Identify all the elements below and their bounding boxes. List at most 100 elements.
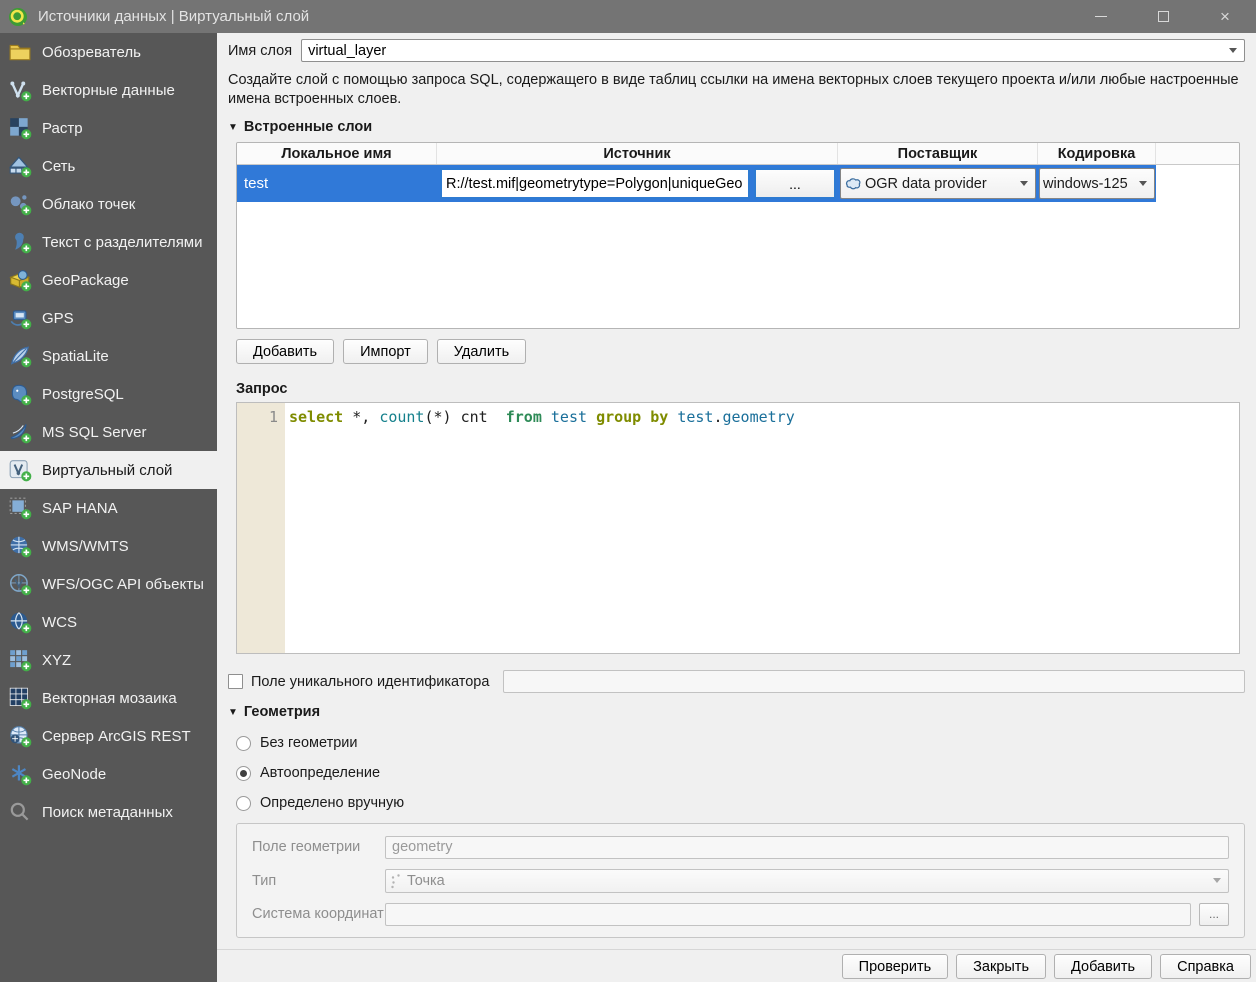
uid-checkbox[interactable]	[228, 674, 243, 689]
column-header-local-name[interactable]: Локальное имя	[237, 143, 437, 164]
sidebar-item-label: PostgreSQL	[42, 386, 124, 403]
radio-option-manually-defined[interactable]: Определено вручную	[236, 795, 1256, 811]
sidebar-item-label: SpatiaLite	[42, 348, 109, 365]
table-row[interactable]: test ... OGR data provider	[237, 165, 1239, 202]
sql-token: group	[596, 408, 641, 426]
collapse-triangle-icon: ▼	[228, 707, 238, 718]
sidebar-item-label: XYZ	[42, 652, 71, 669]
local-name-cell[interactable]: test	[237, 165, 437, 202]
test-query-button[interactable]: Проверить	[842, 954, 949, 979]
mesh-icon	[8, 154, 32, 178]
sidebar-item-sap-hana[interactable]: SAP HANA	[0, 489, 217, 527]
column-header-encoding[interactable]: Кодировка	[1038, 143, 1156, 164]
wcs-icon	[8, 610, 32, 634]
close-dialog-button[interactable]: Закрыть	[956, 954, 1046, 979]
sidebar-item-spatialite[interactable]: SpatiaLite	[0, 337, 217, 375]
remove-layer-button[interactable]: Удалить	[437, 339, 526, 364]
source-browse-button[interactable]: ...	[754, 168, 836, 199]
radio-autodetect[interactable]	[236, 766, 251, 781]
close-icon: ×	[1220, 8, 1230, 25]
sidebar-item-wfs[interactable]: WFS/OGC API объекты	[0, 565, 217, 603]
column-header-provider[interactable]: Поставщик	[838, 143, 1038, 164]
source-input[interactable]	[440, 168, 750, 199]
radio-label: Автоопределение	[260, 765, 380, 781]
radio-no-geometry[interactable]	[236, 736, 251, 751]
sidebar-item-arcgis-rest[interactable]: Сервер ArcGIS REST	[0, 717, 217, 755]
sql-token	[668, 408, 677, 426]
sql-token	[641, 408, 650, 426]
layer-name-combobox[interactable]	[301, 39, 1245, 62]
radio-option-autodetect[interactable]: Автоопределение	[236, 765, 1256, 781]
embedded-layers-section-header[interactable]: ▼ Встроенные слои	[228, 119, 1256, 135]
column-header-source[interactable]: Источник	[437, 143, 838, 164]
sql-editor[interactable]: 1 select *, count(*) cnt from test group…	[236, 402, 1240, 654]
line-number: 1	[269, 408, 278, 426]
sql-token: cnt	[461, 408, 506, 426]
sidebar-item-label: WMS/WMTS	[42, 538, 129, 555]
sidebar-item-geonode[interactable]: GeoNode	[0, 755, 217, 793]
virtual-layer-panel: Имя слоя Создайте слой с помощью запроса…	[217, 33, 1256, 982]
radio-option-no-geometry[interactable]: Без геометрии	[236, 735, 1256, 751]
sidebar-item-xyz[interactable]: XYZ	[0, 641, 217, 679]
sidebar-item-delimited-text[interactable]: Текст с разделителями	[0, 223, 217, 261]
sidebar-item-mesh[interactable]: Сеть	[0, 147, 217, 185]
radio-manually-defined[interactable]	[236, 796, 251, 811]
geonode-icon	[8, 762, 32, 786]
postgresql-icon	[8, 382, 32, 406]
query-section-label: Запрос	[236, 381, 1256, 397]
crs-browse-button[interactable]: ...	[1199, 903, 1229, 926]
point-symbol-icon	[390, 873, 404, 889]
geometry-section-header[interactable]: ▼ Геометрия	[228, 704, 1256, 720]
sql-token: geometry	[723, 408, 795, 426]
wms-icon	[8, 534, 32, 558]
sql-code-line[interactable]: select *, count(*) cnt from test group b…	[285, 403, 795, 653]
sidebar-item-browser[interactable]: Обозреватель	[0, 33, 217, 71]
add-dialog-button[interactable]: Добавить	[1054, 954, 1152, 979]
sidebar-item-point-cloud[interactable]: Облако точек	[0, 185, 217, 223]
sidebar-item-label: Облако точек	[42, 196, 135, 213]
folder-icon	[8, 40, 32, 64]
add-layer-button[interactable]: Добавить	[236, 339, 334, 364]
sidebar-item-label: Виртуальный слой	[42, 462, 172, 479]
description-text: Создайте слой с помощью запроса SQL, сод…	[228, 71, 1243, 108]
sidebar-item-mssql[interactable]: MS SQL Server	[0, 413, 217, 451]
chevron-down-icon[interactable]	[1229, 48, 1237, 53]
minimize-button[interactable]	[1070, 0, 1132, 33]
close-button[interactable]: ×	[1194, 0, 1256, 33]
sidebar-item-virtual-layer[interactable]: Виртуальный слой	[0, 451, 217, 489]
maximize-button[interactable]	[1132, 0, 1194, 33]
sidebar-item-wcs[interactable]: WCS	[0, 603, 217, 641]
radio-label: Определено вручную	[260, 795, 404, 811]
window-controls: ×	[1070, 0, 1256, 33]
sql-token: count	[379, 408, 424, 426]
sidebar-item-vector[interactable]: Векторные данные	[0, 71, 217, 109]
provider-combobox[interactable]: OGR data provider	[840, 168, 1036, 199]
source-cell: ...	[437, 165, 838, 202]
import-layer-button[interactable]: Импорт	[343, 339, 428, 364]
virtual-layer-icon	[8, 458, 32, 482]
geometry-groupbox: Поле геометрии Тип Точка	[236, 823, 1245, 938]
sidebar-item-geopackage[interactable]: GeoPackage	[0, 261, 217, 299]
vector-icon	[8, 78, 32, 102]
layer-name-input[interactable]	[302, 40, 1222, 61]
crs-label: Система координат	[252, 906, 385, 922]
sidebar-item-label: Обозреватель	[42, 44, 141, 61]
sidebar-item-vector-tile[interactable]: Векторная мозаика	[0, 679, 217, 717]
sql-token: *,	[343, 408, 379, 426]
sql-token: test	[677, 408, 713, 426]
encoding-combobox[interactable]: windows-125	[1039, 168, 1155, 199]
metadata-search-icon	[8, 800, 32, 824]
sidebar-item-postgresql[interactable]: PostgreSQL	[0, 375, 217, 413]
dialog-button-box: Проверить Закрыть Добавить Справка	[217, 949, 1256, 982]
sql-token: test	[551, 408, 587, 426]
sidebar-item-raster[interactable]: Растр	[0, 109, 217, 147]
sidebar-item-metadata-search[interactable]: Поиск метаданных	[0, 793, 217, 831]
geometry-type-label: Тип	[252, 873, 385, 889]
sidebar-item-gps[interactable]: GPS	[0, 299, 217, 337]
delimited-text-icon	[8, 230, 32, 254]
sidebar-item-wms-wmts[interactable]: WMS/WMTS	[0, 527, 217, 565]
provider-cell: OGR data provider	[838, 165, 1038, 202]
help-button[interactable]: Справка	[1160, 954, 1251, 979]
window-title: Источники данных | Виртуальный слой	[38, 8, 309, 25]
sidebar-item-label: Векторные данные	[42, 82, 175, 99]
